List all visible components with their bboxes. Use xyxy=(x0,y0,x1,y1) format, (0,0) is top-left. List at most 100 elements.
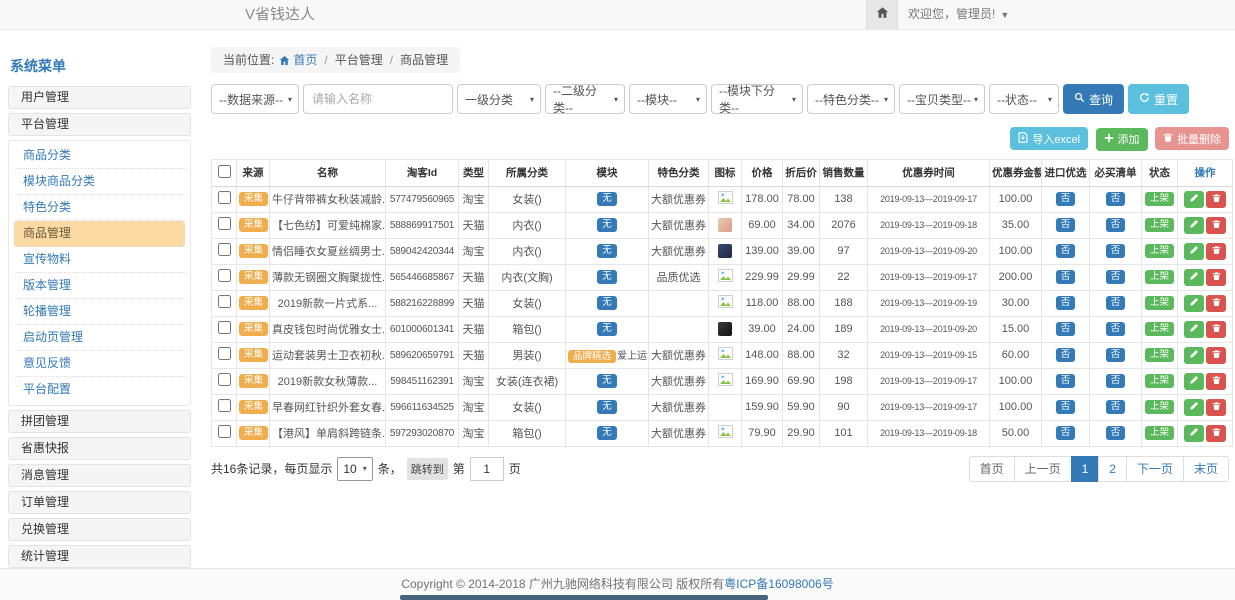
sidebar-group-item[interactable]: 拼团管理 xyxy=(8,410,191,433)
row-checkbox[interactable] xyxy=(218,191,231,204)
name-search-input[interactable] xyxy=(303,84,453,114)
filter-select[interactable]: --特色分类--▾ xyxy=(807,84,895,114)
per-page-select[interactable]: 10▾ xyxy=(337,457,372,481)
delete-button[interactable] xyxy=(1206,217,1226,234)
category-cell: 女装(连衣裙) xyxy=(489,368,566,394)
breadcrumb-home-link[interactable]: 首页 xyxy=(293,53,317,67)
sidebar-subitem[interactable]: 意见反馈 xyxy=(14,351,185,377)
must-buy-cell: 否 xyxy=(1090,368,1142,394)
batch-delete-button[interactable]: 批量删除 xyxy=(1155,127,1229,150)
sidebar-subitem[interactable]: 特色分类 xyxy=(14,195,185,221)
delete-button[interactable] xyxy=(1206,425,1226,442)
delete-button[interactable] xyxy=(1206,191,1226,208)
icp-link[interactable]: 粤ICP备16098006号 xyxy=(724,577,833,591)
row-checkbox[interactable] xyxy=(218,295,231,308)
add-button[interactable]: 添加 xyxy=(1096,128,1148,151)
sidebar-subitem[interactable]: 商品分类 xyxy=(14,143,185,169)
row-checkbox[interactable] xyxy=(218,321,231,334)
filter-select[interactable]: --模块--▾ xyxy=(629,84,707,114)
row-checkbox[interactable] xyxy=(218,347,231,360)
source-cell: 采集 xyxy=(237,186,270,212)
table-row: 采集【港风】单肩斜跨链条...597293020870淘宝箱包()无大额优惠券7… xyxy=(212,420,1233,446)
query-button[interactable]: 查询 xyxy=(1063,84,1124,114)
status-cell: 上架 xyxy=(1142,368,1178,394)
status-badge: 上架 xyxy=(1145,270,1174,284)
delete-button[interactable] xyxy=(1206,347,1226,364)
sidebar-subitem[interactable]: 启动页管理 xyxy=(14,325,185,351)
edit-button[interactable] xyxy=(1184,269,1204,286)
sidebar-subitem[interactable]: 平台配置 xyxy=(14,377,185,403)
sidebar-subitem-active[interactable]: 商品管理 xyxy=(14,221,185,247)
delete-button[interactable] xyxy=(1206,243,1226,260)
source-cell: 采集 xyxy=(237,264,270,290)
import-preferred-badge: 否 xyxy=(1056,192,1076,206)
delete-button[interactable] xyxy=(1206,373,1226,390)
select-all-checkbox[interactable] xyxy=(218,165,231,178)
sidebar-subitem[interactable]: 宣传物料 xyxy=(14,247,185,273)
pagination-button[interactable]: 2 xyxy=(1098,456,1127,482)
import-excel-button[interactable]: 导入excel xyxy=(1010,127,1088,150)
edit-button[interactable] xyxy=(1184,399,1204,416)
sidebar-group-item[interactable]: 省惠快报 xyxy=(8,437,191,460)
delete-button[interactable] xyxy=(1206,295,1226,312)
row-checkbox[interactable] xyxy=(218,217,231,230)
column-header: 类型 xyxy=(459,159,489,186)
sidebar-group-item[interactable]: 订单管理 xyxy=(8,491,191,514)
sidebar-group-item[interactable]: 消息管理 xyxy=(8,464,191,487)
pagination-button[interactable]: 首页 xyxy=(969,456,1015,482)
delete-button[interactable] xyxy=(1206,269,1226,286)
page-number-input[interactable] xyxy=(470,457,504,481)
edit-button[interactable] xyxy=(1184,295,1204,312)
filter-select[interactable]: --数据来源--▾ xyxy=(211,84,299,114)
sidebar-group-item[interactable]: 兑换管理 xyxy=(8,518,191,541)
sidebar-group-item[interactable]: 平台管理 xyxy=(8,113,191,136)
filter-select[interactable]: 一级分类▾ xyxy=(457,84,541,114)
filter-select[interactable]: --模块下分类--▾ xyxy=(711,84,803,114)
row-select-cell xyxy=(212,342,237,368)
pagination-button[interactable]: 上一页 xyxy=(1014,456,1072,482)
sidebar-group-item[interactable]: 统计管理 xyxy=(8,545,191,568)
caret-down-icon: ▾ xyxy=(792,95,796,104)
row-checkbox[interactable] xyxy=(218,243,231,256)
caret-down-icon: ▾ xyxy=(614,95,618,104)
user-menu[interactable]: 欢迎您，管理员!▼ xyxy=(908,0,1009,30)
row-checkbox[interactable] xyxy=(218,373,231,386)
delete-button[interactable] xyxy=(1206,399,1226,416)
filter-select-value: --宝贝类型-- xyxy=(907,91,971,108)
edit-button[interactable] xyxy=(1184,191,1204,208)
actions-cell xyxy=(1178,420,1233,446)
filter-select[interactable]: --宝贝类型--▾ xyxy=(899,84,985,114)
horizontal-scrollbar-thumb[interactable] xyxy=(400,595,768,600)
edit-button[interactable] xyxy=(1184,217,1204,234)
row-checkbox[interactable] xyxy=(218,399,231,412)
home-button[interactable] xyxy=(866,0,898,29)
trash-icon xyxy=(1212,297,1221,310)
sidebar-subitem[interactable]: 版本管理 xyxy=(14,273,185,299)
reset-button[interactable]: 重置 xyxy=(1128,84,1189,114)
sidebar-subitem[interactable]: 轮播管理 xyxy=(14,299,185,325)
row-select-cell xyxy=(212,212,237,238)
row-checkbox[interactable] xyxy=(218,425,231,438)
edit-button[interactable] xyxy=(1184,373,1204,390)
pagination-bar: 共16条记录，每页显示 10▾ 条， 跳转到 第 页 首页上一页12下一页末页 xyxy=(211,456,1229,482)
filter-select[interactable]: --状态--▾ xyxy=(989,84,1059,114)
jump-button[interactable]: 跳转到 xyxy=(407,458,448,480)
sidebar-subitem[interactable]: 模块商品分类 xyxy=(14,169,185,195)
pagination-button[interactable]: 下一页 xyxy=(1126,456,1184,482)
edit-icon xyxy=(1189,323,1199,336)
status-cell: 上架 xyxy=(1142,238,1178,264)
type-cell: 天猫 xyxy=(459,342,489,368)
edit-button[interactable] xyxy=(1184,321,1204,338)
sidebar-menu: 用户管理平台管理商品分类模块商品分类特色分类商品管理宣传物料版本管理轮播管理启动… xyxy=(8,86,191,568)
discount-price-cell: 29.90 xyxy=(783,420,820,446)
filter-select[interactable]: --二级分类--▾ xyxy=(545,84,625,114)
sidebar-group-item[interactable]: 用户管理 xyxy=(8,86,191,109)
pagination-button[interactable]: 1 xyxy=(1071,456,1100,482)
status-badge: 上架 xyxy=(1145,426,1174,440)
edit-button[interactable] xyxy=(1184,347,1204,364)
edit-button[interactable] xyxy=(1184,425,1204,442)
pagination-button[interactable]: 末页 xyxy=(1183,456,1229,482)
delete-button[interactable] xyxy=(1206,321,1226,338)
edit-button[interactable] xyxy=(1184,243,1204,260)
row-checkbox[interactable] xyxy=(218,269,231,282)
